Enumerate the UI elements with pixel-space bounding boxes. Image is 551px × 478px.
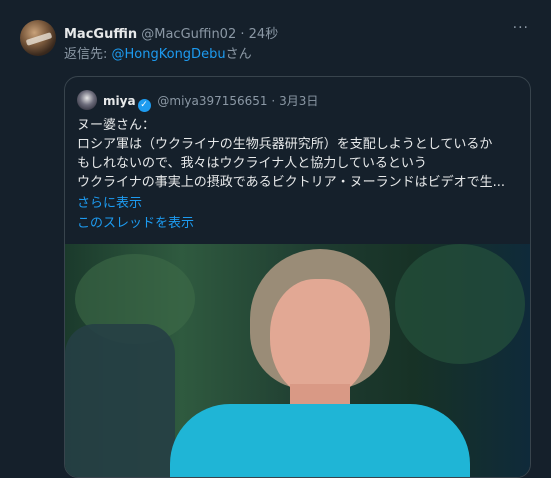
verified-icon: ✓	[137, 99, 151, 112]
background-chair	[65, 324, 175, 477]
more-icon[interactable]: ···	[513, 20, 529, 36]
quoted-avatar[interactable]	[77, 90, 97, 110]
reply-prefix: 返信先:	[64, 47, 112, 62]
person-face	[270, 279, 370, 399]
show-thread-link[interactable]: このスレッドを表示	[77, 212, 194, 231]
quoted-text-line: ロシア軍は（ウクライナの生物兵器研究所）を支配しようとしているか	[77, 137, 493, 152]
quoted-tweet[interactable]: miya ✓ @miya397156651 · 3月3日 ヌー婆さん： ロシア軍は…	[64, 76, 531, 478]
user-handle[interactable]: @MacGuffin02	[141, 27, 236, 42]
quoted-display-name[interactable]: miya	[103, 94, 136, 108]
quoted-text-line: ヌー婆さん：	[77, 118, 156, 133]
display-name[interactable]: MacGuffin	[64, 27, 137, 42]
video-thumbnail[interactable]	[65, 244, 530, 477]
quoted-separator: ·	[271, 94, 276, 108]
quoted-header: miya ✓ @miya397156651 · 3月3日	[103, 92, 318, 112]
reply-suffix: さん	[225, 47, 252, 62]
tweet-header: MacGuffin @MacGuffin02 · 24秒	[64, 23, 278, 42]
quoted-handle[interactable]: @miya397156651	[157, 94, 267, 108]
tweet-card[interactable]: MacGuffin @MacGuffin02 · 24秒 ··· 返信先: @H…	[0, 0, 551, 478]
show-more-link[interactable]: さらに表示	[77, 192, 142, 211]
avatar[interactable]	[20, 20, 56, 56]
timestamp[interactable]: 24秒	[249, 27, 279, 42]
background-foliage	[395, 244, 525, 364]
quoted-text-line: もしれないので、我々はウクライナ人と協力しているという	[77, 156, 427, 171]
quoted-text: ヌー婆さん： ロシア軍は（ウクライナの生物兵器研究所）を支配しようとしているか …	[77, 116, 523, 192]
person-shirt	[170, 404, 470, 477]
quoted-text-line: ウクライナの事実上の摂政であるビクトリア・ヌーランドはビデオで生...	[77, 175, 506, 190]
quoted-date[interactable]: 3月3日	[279, 94, 318, 108]
avatar-detail	[25, 32, 53, 46]
reply-to-line: 返信先: @HongKongDebuさん	[64, 43, 252, 62]
separator: ·	[240, 27, 245, 42]
reply-mention-link[interactable]: @HongKongDebu	[112, 47, 226, 62]
